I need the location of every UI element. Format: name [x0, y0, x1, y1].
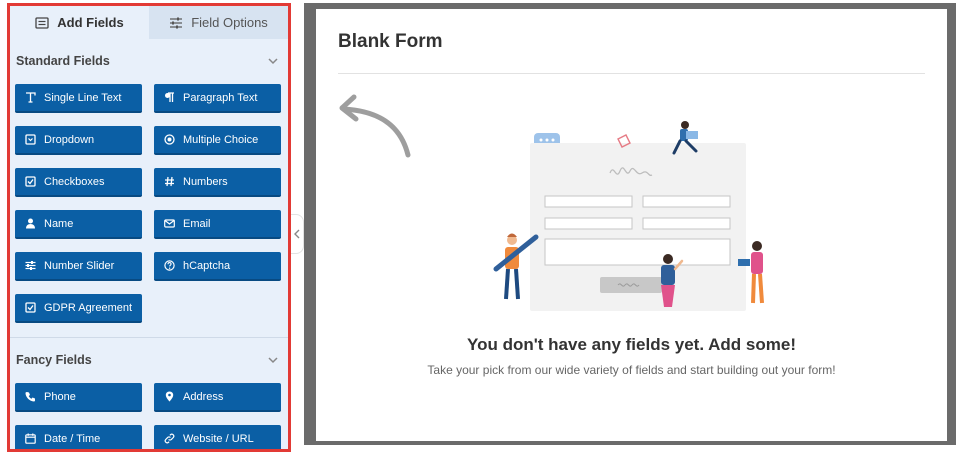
map-pin-icon: [165, 391, 174, 402]
sliders-icon: [170, 17, 183, 28]
phone-icon: [25, 392, 35, 402]
paragraph-icon: [165, 92, 174, 102]
field-number-slider-button[interactable]: Number Slider: [15, 252, 142, 281]
field-gdpr-agreement-button[interactable]: GDPR Agreement: [15, 294, 142, 323]
field-paragraph-text-button[interactable]: Paragraph Text: [154, 84, 281, 113]
field-single-line-text-button[interactable]: Single Line Text: [15, 84, 142, 113]
section-title: Fancy Fields: [16, 353, 92, 367]
fancy-fields-grid: Phone Address Date / Time Website / URL: [10, 378, 288, 449]
form-title[interactable]: Blank Form: [338, 31, 443, 53]
checkbox-icon: [25, 176, 36, 187]
fields-panel: Add Fields Field Options Standard Fields…: [7, 3, 291, 452]
field-hcaptcha-button[interactable]: hCaptcha: [154, 252, 281, 281]
curved-arrow-icon: [339, 94, 411, 158]
left-gutter: [0, 0, 6, 474]
collapse-panel-handle[interactable]: [291, 214, 304, 254]
field-website-url-button[interactable]: Website / URL: [154, 425, 281, 449]
field-multiple-choice-button[interactable]: Multiple Choice: [154, 126, 281, 155]
form-preview-canvas: Blank Form You don't have any fields yet…: [316, 9, 947, 441]
tab-label: Field Options: [191, 15, 268, 30]
checkbox-icon: [25, 302, 36, 313]
dropdown-icon: [25, 134, 36, 145]
panel-tabs: Add Fields Field Options: [10, 6, 288, 39]
radio-icon: [164, 134, 175, 145]
chevron-down-icon: [268, 58, 278, 65]
empty-form-illustration: [493, 121, 764, 311]
chevron-left-icon: [294, 229, 300, 239]
field-numbers-button[interactable]: Numbers: [154, 168, 281, 197]
fancy-fields-header[interactable]: Fancy Fields: [10, 342, 288, 378]
envelope-icon: [164, 219, 175, 228]
field-email-button[interactable]: Email: [154, 210, 281, 239]
tab-add-fields[interactable]: Add Fields: [10, 6, 149, 39]
standard-fields-header[interactable]: Standard Fields: [10, 43, 288, 79]
sliders-icon: [25, 261, 36, 270]
field-address-button[interactable]: Address: [154, 383, 281, 412]
field-date-time-button[interactable]: Date / Time: [15, 425, 142, 449]
tab-field-options[interactable]: Field Options: [149, 6, 288, 39]
chevron-down-icon: [268, 357, 278, 364]
empty-state-heading: You don't have any fields yet. Add some!: [467, 335, 796, 354]
field-dropdown-button[interactable]: Dropdown: [15, 126, 142, 155]
calendar-icon: [25, 433, 36, 444]
list-icon: [35, 16, 49, 29]
title-divider: [338, 73, 925, 74]
field-name-button[interactable]: Name: [15, 210, 142, 239]
section-title: Standard Fields: [16, 54, 110, 68]
hash-icon: [165, 176, 174, 187]
section-divider: [10, 337, 288, 338]
link-icon: [164, 433, 175, 444]
field-phone-button[interactable]: Phone: [15, 383, 142, 412]
question-circle-icon: [164, 260, 175, 271]
standard-fields-grid: Single Line Text Paragraph Text Dropdown…: [10, 79, 288, 323]
tab-label: Add Fields: [57, 15, 124, 30]
text-icon: [26, 92, 36, 103]
field-checkboxes-button[interactable]: Checkboxes: [15, 168, 142, 197]
user-icon: [26, 218, 35, 229]
empty-state-subtext: Take your pick from our wide variety of …: [427, 363, 836, 377]
